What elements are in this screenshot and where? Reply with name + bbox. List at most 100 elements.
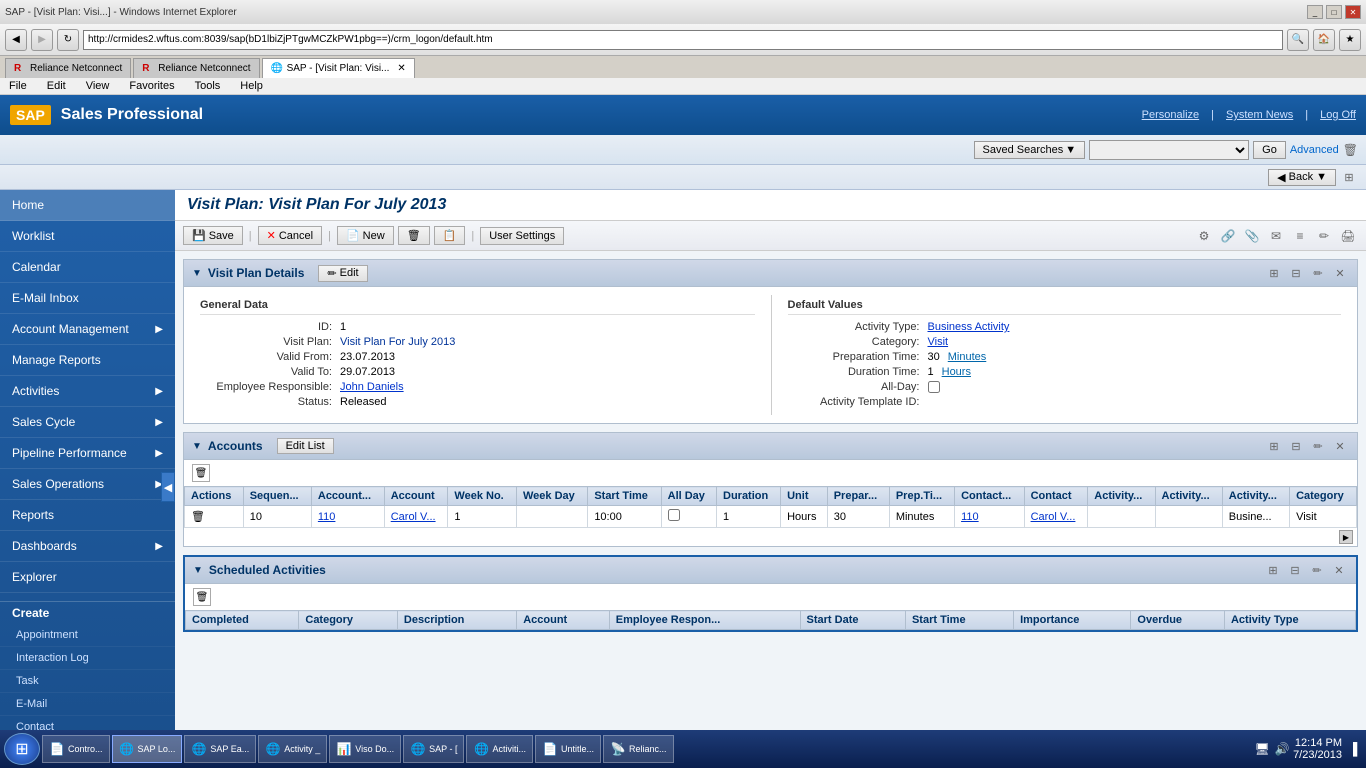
sidebar-item-dashboards[interactable]: Dashboards ▶ [0,531,175,562]
send-icon-btn[interactable]: ✉ [1266,226,1286,246]
taskbar-btn-reliance[interactable]: 📡 Relianc... [603,735,674,763]
category-value[interactable]: Visit [928,336,949,348]
sidebar-item-account-management[interactable]: Account Management ▶ [0,314,175,345]
favorites-btn[interactable]: ★ [1339,29,1361,51]
vp-icon-4[interactable]: ✕ [1331,264,1349,282]
scheduled-delete-btn[interactable]: 🗑 [193,588,211,606]
all-day-checkbox[interactable] [928,381,940,393]
restore-btn[interactable]: □ [1326,5,1342,19]
contact-link[interactable]: Carol V... [1031,511,1076,523]
scheduled-collapse-icon[interactable]: ▼ [193,565,203,576]
acc-icon-2[interactable]: ⊟ [1287,437,1305,455]
taskbar-volume-icon[interactable]: 🔊 [1273,735,1291,763]
delete-btn[interactable]: 🗑 [398,226,430,245]
taskbar-btn-activity[interactable]: 🌐 Activity _ [258,735,327,763]
personalize-link[interactable]: Personalize [1142,109,1199,121]
sidebar-collapse-btn[interactable]: ◀ [161,472,175,502]
sidebar-create-email[interactable]: E-Mail [0,693,175,716]
edit-icon-btn[interactable]: ✏ [1314,226,1334,246]
address-bar[interactable] [83,30,1283,50]
attachment-icon-btn[interactable]: 📎 [1242,226,1262,246]
employee-value[interactable]: John Daniels [340,381,404,393]
sidebar-create-appointment[interactable]: Appointment [0,624,175,647]
sidebar-item-worklist[interactable]: Worklist [0,221,175,252]
advanced-btn[interactable]: Advanced [1290,144,1339,156]
accounts-delete-row-btn[interactable]: 🗑 [192,464,210,482]
back-nav-btn[interactable]: ◀ [5,29,27,51]
log-off-link[interactable]: Log Off [1320,109,1356,121]
menu-favorites[interactable]: Favorites [125,79,178,93]
acc-icon-1[interactable]: ⊞ [1265,437,1283,455]
save-btn[interactable]: 💾 Save [183,226,243,245]
row-contact-num[interactable]: 110 [955,506,1025,528]
sidebar-create-task[interactable]: Task [0,670,175,693]
taskbar-btn-sapea[interactable]: 🌐 SAP Ea... [184,735,256,763]
row-actions[interactable]: 🗑 [185,506,244,528]
prep-time-unit[interactable]: Minutes [948,351,987,363]
minimize-btn[interactable]: _ [1307,5,1323,19]
visit-plan-edit-btn[interactable]: ✏ Edit [318,265,367,282]
sidebar-item-explorer[interactable]: Explorer [0,562,175,593]
row-account-num[interactable]: 110 [311,506,384,528]
accounts-edit-list-btn[interactable]: Edit List [277,438,334,454]
back-btn[interactable]: ◀ Back ▼ [1268,169,1336,186]
search-dropdown[interactable] [1089,140,1249,160]
row-account[interactable]: Carol V... [384,506,448,528]
menu-edit[interactable]: Edit [43,79,70,93]
taskbar-btn-untitled[interactable]: 📄 Untitle... [535,735,601,763]
sidebar-create-interaction-log[interactable]: Interaction Log [0,647,175,670]
row-all-day[interactable] [661,506,716,528]
sched-icon-1[interactable]: ⊞ [1264,561,1282,579]
account-num-link[interactable]: 110 [318,511,336,523]
vp-icon-3[interactable]: ✏ [1309,264,1327,282]
sidebar-item-reports[interactable]: Reports [0,500,175,531]
vp-icon-2[interactable]: ⊟ [1287,264,1305,282]
tab-reliance-1[interactable]: R Reliance Netconnect [5,58,131,78]
acc-icon-4[interactable]: ✕ [1331,437,1349,455]
contact-num-link[interactable]: 110 [961,511,979,523]
clear-search-btn[interactable]: 🗑 [1343,143,1358,157]
cancel-btn[interactable]: ✕ Cancel [258,226,322,245]
sidebar-item-sales-operations[interactable]: Sales Operations ▶ [0,469,175,500]
forward-nav-btn[interactable]: ▶ [31,29,53,51]
row-delete-icon[interactable]: 🗑 [191,511,205,523]
vp-icon-1[interactable]: ⊞ [1265,264,1283,282]
user-settings-btn[interactable]: User Settings [480,227,564,245]
list-icon-btn[interactable]: ≡ [1290,226,1310,246]
accounts-collapse-icon[interactable]: ▼ [192,441,202,452]
row-contact[interactable]: Carol V... [1024,506,1088,528]
taskbar-show-desktop-btn[interactable]: ▐ [1344,735,1362,763]
start-button[interactable]: ⊞ [4,733,40,765]
settings-icon-btn[interactable]: ⚙ [1194,226,1214,246]
activity-type-value[interactable]: Business Activity [928,321,1010,333]
menu-help[interactable]: Help [236,79,267,93]
taskbar-network-icon[interactable]: 🖥 [1253,735,1271,763]
taskbar-btn-saplo[interactable]: 🌐 SAP Lo... [112,735,183,763]
duration-unit[interactable]: Hours [942,366,971,378]
sidebar-item-pipeline-performance[interactable]: Pipeline Performance ▶ [0,438,175,469]
taskbar-btn-sap-visit[interactable]: 🌐 SAP - [ [403,735,464,763]
new-btn[interactable]: 📄 New [337,226,394,245]
visit-plan-collapse-icon[interactable]: ▼ [192,268,202,279]
search-icon[interactable]: 🔍 [1287,29,1309,51]
sidebar-item-calendar[interactable]: Calendar [0,252,175,283]
menu-view[interactable]: View [82,79,114,93]
sidebar-item-activities[interactable]: Activities ▶ [0,376,175,407]
tab-reliance-2[interactable]: R Reliance Netconnect [133,58,259,78]
link-icon-btn[interactable]: 🔗 [1218,226,1238,246]
sched-icon-3[interactable]: ✏ [1308,561,1326,579]
sidebar-item-manage-reports[interactable]: Manage Reports [0,345,175,376]
account-link[interactable]: Carol V... [391,511,436,523]
row-all-day-checkbox[interactable] [668,509,680,521]
acc-icon-3[interactable]: ✏ [1309,437,1327,455]
print-icon-btn[interactable]: 🖨 [1338,226,1358,246]
taskbar-btn-activities[interactable]: 🌐 Activiti... [466,735,533,763]
saved-searches-btn[interactable]: Saved Searches ▼ [974,141,1086,159]
home-btn[interactable]: 🏠 [1313,29,1335,51]
close-btn[interactable]: ✕ [1345,5,1361,19]
system-news-link[interactable]: System News [1226,109,1293,121]
copy-btn[interactable]: 📋 [434,226,466,245]
sched-icon-4[interactable]: ✕ [1330,561,1348,579]
tab-close-3[interactable]: ✕ [397,63,405,74]
taskbar-btn-word[interactable]: 📄 Contro... [42,735,110,763]
